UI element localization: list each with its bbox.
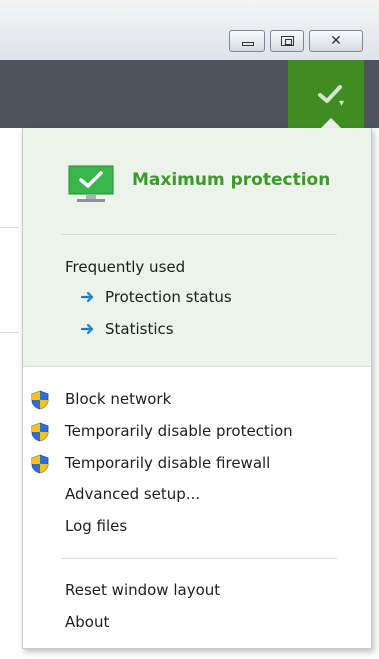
frequently-used-heading: Frequently used: [65, 258, 186, 276]
link-label: Statistics: [105, 320, 174, 338]
background-divider: [0, 227, 18, 228]
section-divider: [61, 558, 337, 559]
monitor-check-icon: [68, 165, 114, 202]
log-files-item[interactable]: Log files: [65, 517, 127, 535]
link-label: Protection status: [105, 288, 232, 306]
protection-dropdown-menu: Maximum protection Frequently used Prote…: [22, 128, 372, 649]
minimize-button[interactable]: [229, 30, 265, 52]
close-icon: ✕: [330, 33, 342, 49]
advanced-setup-item[interactable]: Advanced setup...: [65, 485, 200, 503]
background-divider: [0, 332, 18, 333]
protection-status-label: Maximum protection: [132, 170, 331, 190]
uac-shield-icon: [31, 422, 49, 442]
minimize-icon: [242, 42, 254, 46]
close-button[interactable]: ✕: [309, 30, 363, 52]
restore-icon: [281, 36, 294, 46]
disable-protection-item[interactable]: Temporarily disable protection: [65, 422, 293, 440]
arrow-right-icon: [81, 291, 94, 303]
arrow-right-icon: [81, 323, 94, 335]
status-section: Maximum protection Frequently used Prote…: [23, 128, 371, 367]
uac-shield-icon: [31, 390, 49, 410]
chevron-down-icon: ▾: [339, 98, 345, 109]
uac-shield-icon: [31, 454, 49, 474]
block-network-item[interactable]: Block network: [65, 390, 171, 408]
section-divider: [61, 234, 337, 235]
disable-firewall-item[interactable]: Temporarily disable firewall: [65, 454, 270, 472]
about-item[interactable]: About: [65, 613, 109, 631]
restore-button[interactable]: [270, 30, 304, 52]
reset-window-layout-item[interactable]: Reset window layout: [65, 581, 220, 599]
